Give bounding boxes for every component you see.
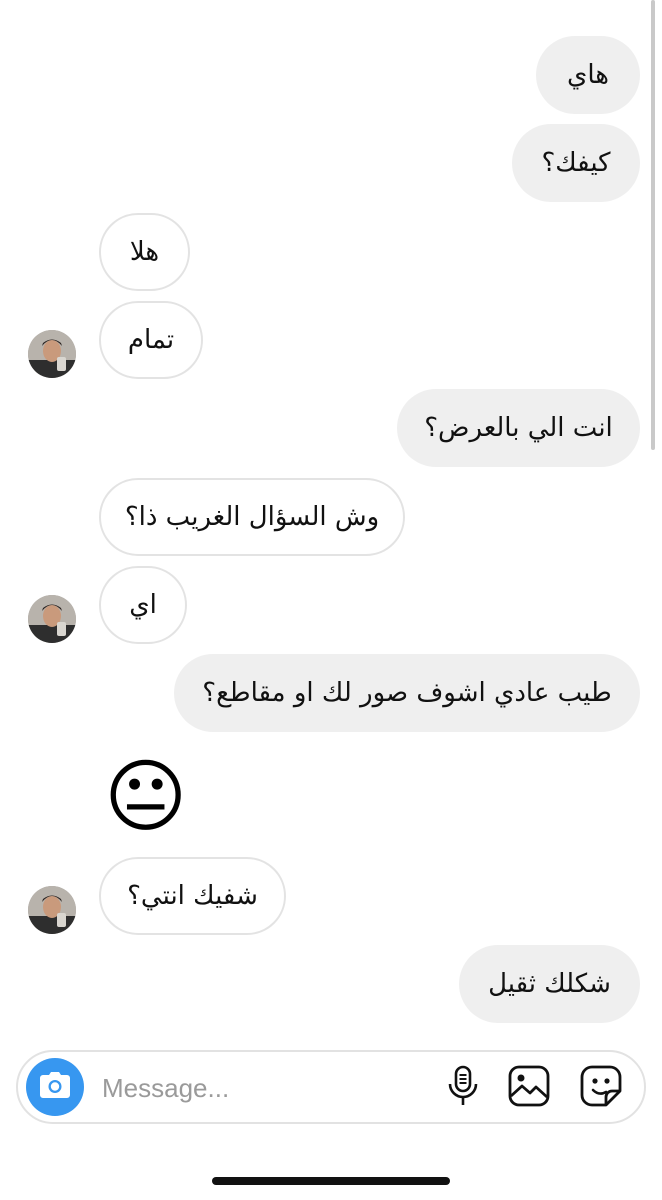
camera-icon xyxy=(39,1071,71,1103)
message-received[interactable]: تمام xyxy=(99,301,203,379)
voice-message-button[interactable] xyxy=(440,1065,486,1111)
message-sent[interactable]: كيفك؟ xyxy=(512,124,640,202)
message-received[interactable]: اي xyxy=(99,566,187,644)
message-sent[interactable]: انت الي بالعرض؟ xyxy=(397,389,640,467)
gallery-icon xyxy=(508,1065,550,1111)
message-received[interactable]: شفيك انتي؟ xyxy=(99,857,286,935)
gallery-button[interactable] xyxy=(506,1065,552,1111)
message-emoji[interactable]: 😐 xyxy=(104,757,187,837)
avatar[interactable] xyxy=(28,330,76,378)
message-sent[interactable]: شكلك ثقيل xyxy=(459,945,640,1023)
message-composer xyxy=(16,1050,646,1124)
avatar[interactable] xyxy=(28,595,76,643)
message-received[interactable]: وش السؤال الغريب ذا؟ xyxy=(99,478,405,556)
scrollbar[interactable] xyxy=(651,0,655,450)
message-received[interactable]: هلا xyxy=(99,213,190,291)
camera-button[interactable] xyxy=(26,1058,84,1116)
message-sent[interactable]: هاي xyxy=(536,36,640,114)
message-sent[interactable]: طيب عادي اشوف صور لك او مقاطع؟ xyxy=(174,654,640,732)
message-input[interactable] xyxy=(100,1062,424,1114)
sticker-button[interactable] xyxy=(578,1065,624,1111)
sticker-icon xyxy=(580,1065,622,1111)
home-indicator xyxy=(212,1177,450,1185)
microphone-icon xyxy=(447,1065,479,1111)
avatar[interactable] xyxy=(28,886,76,934)
